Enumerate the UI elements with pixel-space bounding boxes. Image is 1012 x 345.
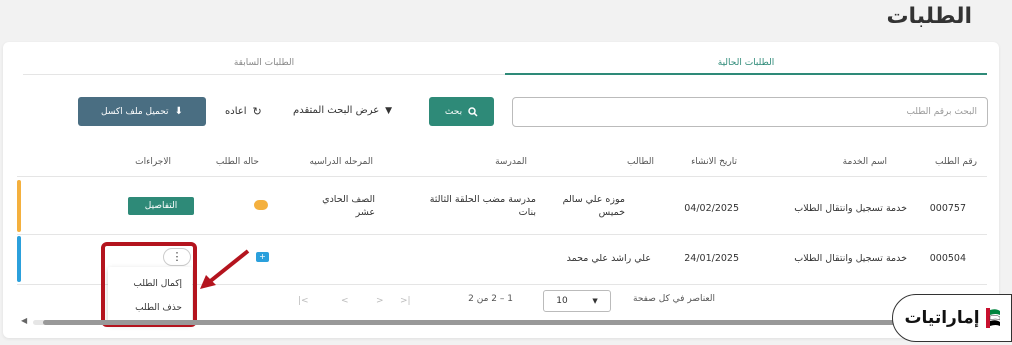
cell-date: 04/02/2025	[684, 203, 739, 214]
cell-school: مدرسة مضب الحلقة الثالثة بنات	[429, 194, 536, 218]
details-button[interactable]: التفاصيل	[128, 197, 194, 215]
search-icon	[468, 106, 478, 117]
scrollbar-thumb[interactable]	[43, 320, 913, 325]
tab-previous-requests[interactable]: الطلبات السابقة	[23, 58, 505, 68]
cell-student: موزه علي سالم خميس	[562, 194, 625, 218]
cell-date: 24/01/2025	[684, 253, 739, 264]
scroll-left-icon[interactable]: ◀	[21, 316, 27, 325]
per-page-value: 10	[556, 296, 568, 306]
row-divider	[17, 176, 987, 177]
next-page-icon[interactable]: >	[376, 296, 384, 306]
cell-service: خدمة تسجيل وانتقال الطلاب	[794, 253, 907, 264]
th-grade: المرحله الدراسيه	[309, 157, 373, 167]
prev-page-icon[interactable]: <	[341, 296, 349, 306]
status-info-icon: +	[256, 252, 269, 262]
th-date: تاريخ الانشاء	[691, 157, 737, 167]
tab-current-requests[interactable]: الطلبات الحالية	[505, 58, 987, 68]
caret-down-icon: ▼	[592, 297, 598, 305]
items-per-page-label: العناصر في كل صفحة	[633, 294, 715, 304]
page-title: الطلبات	[886, 4, 972, 29]
flag-icon	[985, 308, 1000, 328]
pagination-range: 1 – 2 من 2	[468, 294, 513, 304]
th-student: الطالب	[627, 157, 654, 167]
annotation-highlight	[101, 242, 197, 327]
last-page-icon[interactable]: >|	[400, 296, 411, 306]
cell-request-no: 000757	[929, 203, 966, 214]
cell-grade: الصف الحادي عشر	[322, 194, 375, 218]
refresh-icon: ↻	[252, 105, 262, 118]
caret-down-icon: ▼	[385, 105, 393, 116]
requests-card: الطلبات الحالية الطلبات السابقة البحث بر…	[3, 42, 999, 338]
th-request-no: رقم الطلب	[935, 157, 977, 167]
per-page-select[interactable]: 10 ▼	[543, 290, 611, 312]
excel-button-label: تحميل ملف اكسل	[101, 106, 169, 117]
search-input[interactable]: البحث برقم الطلب	[512, 97, 988, 127]
annotation-arrow-icon	[200, 249, 250, 289]
tab-active-indicator	[505, 73, 987, 75]
status-pending-icon	[254, 200, 268, 210]
reset-label: اعاده	[225, 106, 247, 117]
cell-service: خدمة تسجيل وانتقال الطلاب	[794, 203, 907, 214]
cell-student: علي راشد علي محمد	[566, 253, 651, 264]
th-service: اسم الخدمة	[842, 157, 887, 167]
advanced-search-toggle[interactable]: ▼ عرض البحث المتقدم	[293, 105, 392, 116]
search-button[interactable]: بحث	[429, 97, 494, 126]
row-divider	[17, 234, 987, 235]
excel-download-button[interactable]: ⬇ تحميل ملف اكسل	[78, 97, 206, 126]
row-status-bar	[17, 180, 21, 232]
row-status-bar	[17, 236, 21, 282]
search-button-label: بحث	[444, 106, 463, 117]
th-status: حاله الطلب	[215, 157, 259, 167]
th-actions: الاجراءات	[135, 157, 171, 167]
cell-request-no: 000504	[929, 253, 966, 264]
download-icon: ⬇	[174, 106, 183, 117]
th-school: المدرسة	[495, 157, 527, 167]
advanced-search-label: عرض البحث المتقدم	[293, 105, 380, 116]
brand-logo: إماراتيات	[892, 294, 1012, 342]
reset-button[interactable]: ↻ اعاده	[225, 105, 262, 118]
logo-text: إماراتيات	[904, 308, 980, 328]
first-page-icon[interactable]: |<	[298, 296, 309, 306]
